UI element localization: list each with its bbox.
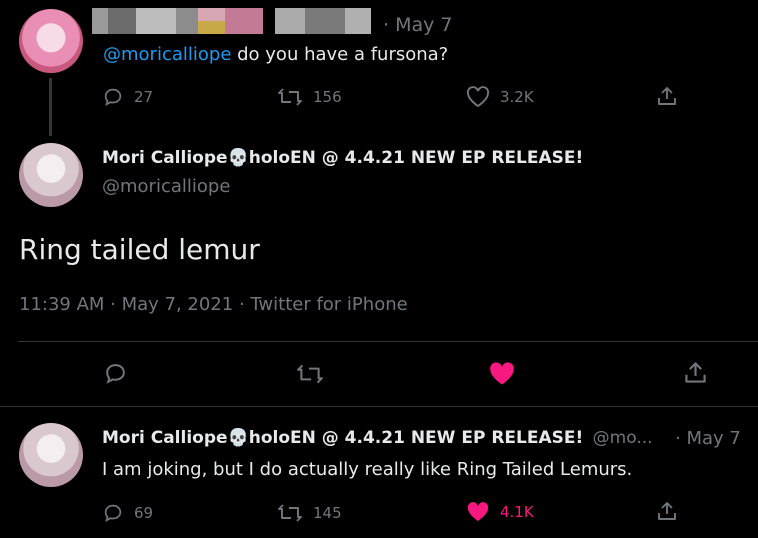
- tweet-date[interactable]: · May 7: [383, 14, 453, 36]
- reply-icon: [102, 502, 124, 524]
- like-icon: [466, 501, 490, 523]
- reply-count: 27: [134, 88, 154, 106]
- share-icon: [656, 85, 678, 107]
- skull-icon: 💀: [227, 428, 249, 448]
- tweet-meta[interactable]: 11:39 AM · May 7, 2021 · Twitter for iPh…: [19, 294, 408, 315]
- tweet-date[interactable]: · May 7: [675, 428, 741, 449]
- retweet-icon: [277, 86, 303, 108]
- share-button[interactable]: [683, 360, 708, 385]
- share-icon: [656, 500, 678, 522]
- reply-button[interactable]: 27: [102, 86, 153, 108]
- author-name[interactable]: Mori Calliope💀holoEN @ 4.4.21 NEW EP REL…: [102, 428, 653, 448]
- avatar[interactable]: [19, 423, 83, 487]
- mention-link[interactable]: @moricalliope: [103, 44, 231, 65]
- author-handle[interactable]: @moricalliope: [102, 176, 230, 197]
- reply-icon: [103, 361, 128, 386]
- retweet-count: 145: [313, 504, 342, 522]
- divider: [0, 406, 758, 407]
- like-icon: [466, 86, 490, 108]
- like-button[interactable]: 3.2K: [466, 86, 534, 108]
- reply-count: 69: [134, 504, 154, 522]
- like-button[interactable]: 4.1K: [466, 501, 534, 523]
- tweet-main-text: Ring tailed lemur: [19, 233, 260, 266]
- retweet-count: 156: [313, 88, 342, 106]
- like-button[interactable]: [488, 361, 516, 387]
- avatar[interactable]: [19, 143, 83, 207]
- thread-line: [49, 78, 52, 136]
- divider: [18, 341, 758, 342]
- author-handle: @mo...: [592, 428, 653, 448]
- like-icon: [488, 361, 516, 387]
- share-icon: [683, 360, 708, 385]
- share-button[interactable]: [656, 500, 678, 522]
- skull-icon: 💀: [227, 148, 249, 168]
- tweet-text: @moricalliope do you have a fursona?: [103, 44, 449, 65]
- share-button[interactable]: [656, 85, 678, 107]
- avatar[interactable]: [19, 9, 83, 73]
- reply-button[interactable]: [103, 361, 128, 386]
- reply-icon: [102, 86, 124, 108]
- like-count: 4.1K: [500, 503, 534, 521]
- retweet-icon: [296, 362, 324, 386]
- retweet-button[interactable]: 145: [277, 502, 342, 524]
- retweet-button[interactable]: 156: [277, 86, 342, 108]
- retweet-button[interactable]: [296, 362, 324, 386]
- tweet-text: I am joking, but I do actually really li…: [102, 459, 633, 480]
- author-name[interactable]: Mori Calliope💀holoEN @ 4.4.21 NEW EP REL…: [102, 148, 583, 168]
- reply-button[interactable]: 69: [102, 502, 153, 524]
- retweet-icon: [277, 502, 303, 524]
- like-count: 3.2K: [500, 88, 534, 106]
